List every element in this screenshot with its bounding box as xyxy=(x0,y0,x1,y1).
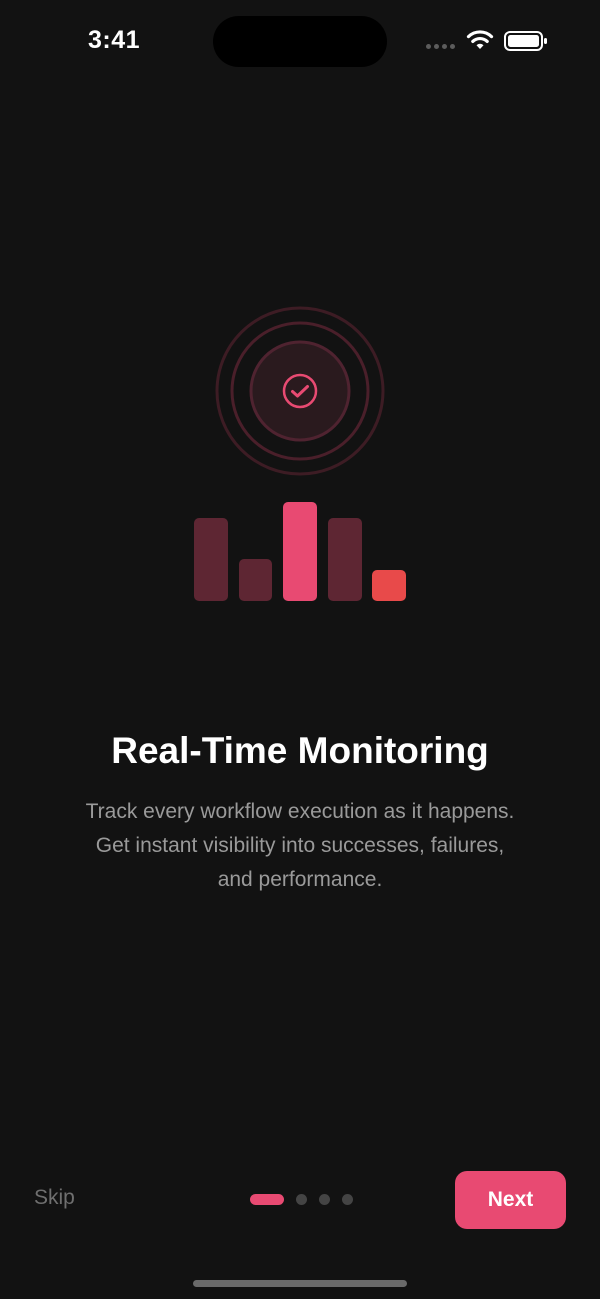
next-button[interactable]: Next xyxy=(455,1171,566,1229)
bar-3 xyxy=(283,502,317,601)
wifi-icon xyxy=(466,30,494,49)
skip-button[interactable]: Skip xyxy=(34,1186,75,1210)
description-line: Get instant visibility into successes, f… xyxy=(95,834,505,857)
page-dot[interactable] xyxy=(296,1194,307,1205)
home-indicator[interactable] xyxy=(193,1280,407,1287)
page-dot[interactable] xyxy=(319,1194,330,1205)
description-line: Track every workflow execution as it hap… xyxy=(85,800,515,823)
bar-2 xyxy=(239,559,272,601)
description-line: and performance. xyxy=(217,868,383,891)
onboarding-title: Real-Time Monitoring xyxy=(111,730,489,771)
cellular-signal-icon xyxy=(426,44,455,49)
page-indicator xyxy=(250,1194,353,1205)
page-dot-active[interactable] xyxy=(250,1194,284,1205)
onboarding-description: Track every workflow execution as it hap… xyxy=(60,795,540,897)
bar-chart-icon xyxy=(194,502,406,601)
status-time: 3:41 xyxy=(88,26,141,54)
monitoring-illustration xyxy=(194,306,406,601)
bar-4 xyxy=(328,518,362,601)
dynamic-island xyxy=(213,16,387,67)
pulse-rings-icon xyxy=(215,306,385,476)
bar-5 xyxy=(372,570,406,601)
page-dot[interactable] xyxy=(342,1194,353,1205)
battery-icon xyxy=(504,31,547,51)
bar-1 xyxy=(194,518,228,601)
